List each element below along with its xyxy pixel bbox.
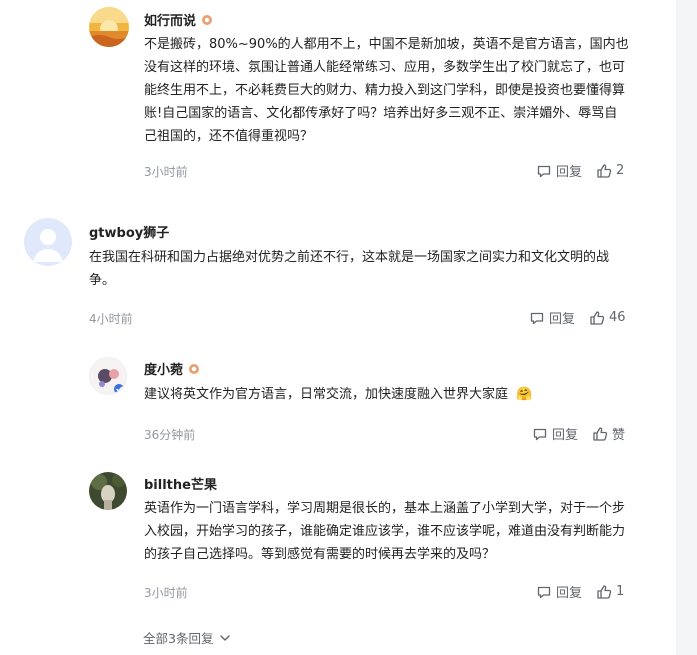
comment-time: 4小时前 bbox=[89, 312, 133, 326]
comment-time: 3小时前 bbox=[144, 586, 188, 600]
show-all-replies-button[interactable]: 全部3条回复 bbox=[143, 628, 231, 647]
thumbs-up-icon bbox=[597, 584, 612, 599]
show-all-replies-label: 全部3条回复 bbox=[143, 631, 214, 646]
author-name[interactable]: billthe芒果 bbox=[144, 474, 217, 493]
badge-icon bbox=[202, 14, 213, 25]
comment-time: 3小时前 bbox=[144, 165, 188, 179]
scrollbar-track[interactable] bbox=[676, 0, 697, 655]
reply-label: 回复 bbox=[552, 428, 579, 443]
chevron-down-icon bbox=[220, 634, 231, 641]
like-button[interactable]: 赞 bbox=[592, 424, 625, 443]
reply-button[interactable]: 回复 bbox=[536, 161, 582, 180]
author-name[interactable]: gtwboy狮子 bbox=[89, 222, 169, 241]
avatar[interactable] bbox=[89, 357, 127, 395]
thumbs-up-icon bbox=[590, 310, 605, 325]
comment-text: 建议将英文作为官方语言，日常交流，加快速度融入世界大家庭 bbox=[144, 387, 509, 402]
like-button[interactable]: 46 bbox=[589, 310, 626, 326]
reply-icon bbox=[533, 428, 547, 440]
badge-icon bbox=[189, 363, 200, 374]
reply-label: 回复 bbox=[556, 165, 583, 180]
reply-label: 回复 bbox=[556, 586, 583, 601]
comment-text: 英语作为一门语言学科，学习周期是很长的，基本上涵盖了小学到大学，对于一个步入校园… bbox=[144, 501, 626, 562]
cartoon-avatar-icon bbox=[90, 358, 126, 394]
reply-button[interactable]: 回复 bbox=[532, 424, 578, 443]
thumbs-up-icon bbox=[593, 426, 608, 441]
avatar[interactable] bbox=[89, 7, 129, 47]
default-user-avatar-icon bbox=[24, 218, 72, 266]
avatar[interactable] bbox=[24, 218, 72, 266]
comment-text: 不是搬砖，80%~90%的人都用不上，中国不是新加坡，英语不是官方语言，国内也没… bbox=[144, 37, 629, 144]
reply-label: 回复 bbox=[549, 312, 576, 327]
author-name[interactable]: 如行而说 bbox=[144, 10, 196, 29]
reply-icon bbox=[537, 165, 551, 177]
comment-text-wrap: 建议将英文作为官方语言，日常交流，加快速度融入世界大家庭 🤗 bbox=[144, 383, 630, 406]
reply-icon bbox=[530, 312, 544, 324]
reply-button[interactable]: 回复 bbox=[536, 582, 582, 601]
thumbs-up-icon bbox=[597, 163, 612, 178]
emoji-icon: 🤗 bbox=[516, 387, 533, 402]
avatar[interactable] bbox=[89, 472, 127, 510]
like-count: 2 bbox=[616, 163, 625, 178]
like-label: 赞 bbox=[612, 428, 626, 443]
like-count: 46 bbox=[609, 310, 626, 325]
author-name[interactable]: 度小菀 bbox=[144, 359, 183, 378]
like-count: 1 bbox=[616, 584, 625, 599]
like-button[interactable]: 1 bbox=[596, 584, 624, 600]
comment-time: 36分钟前 bbox=[144, 428, 196, 442]
comment-text: 在我国在科研和国力占据绝对优势之前还不行，这本就是一场国家之间实力和文化文明的战… bbox=[89, 250, 610, 288]
sunset-avatar-icon bbox=[89, 7, 129, 47]
like-button[interactable]: 2 bbox=[596, 163, 624, 179]
reply-button[interactable]: 回复 bbox=[529, 308, 575, 327]
photo-avatar-icon bbox=[89, 472, 127, 510]
reply-icon bbox=[537, 586, 551, 598]
